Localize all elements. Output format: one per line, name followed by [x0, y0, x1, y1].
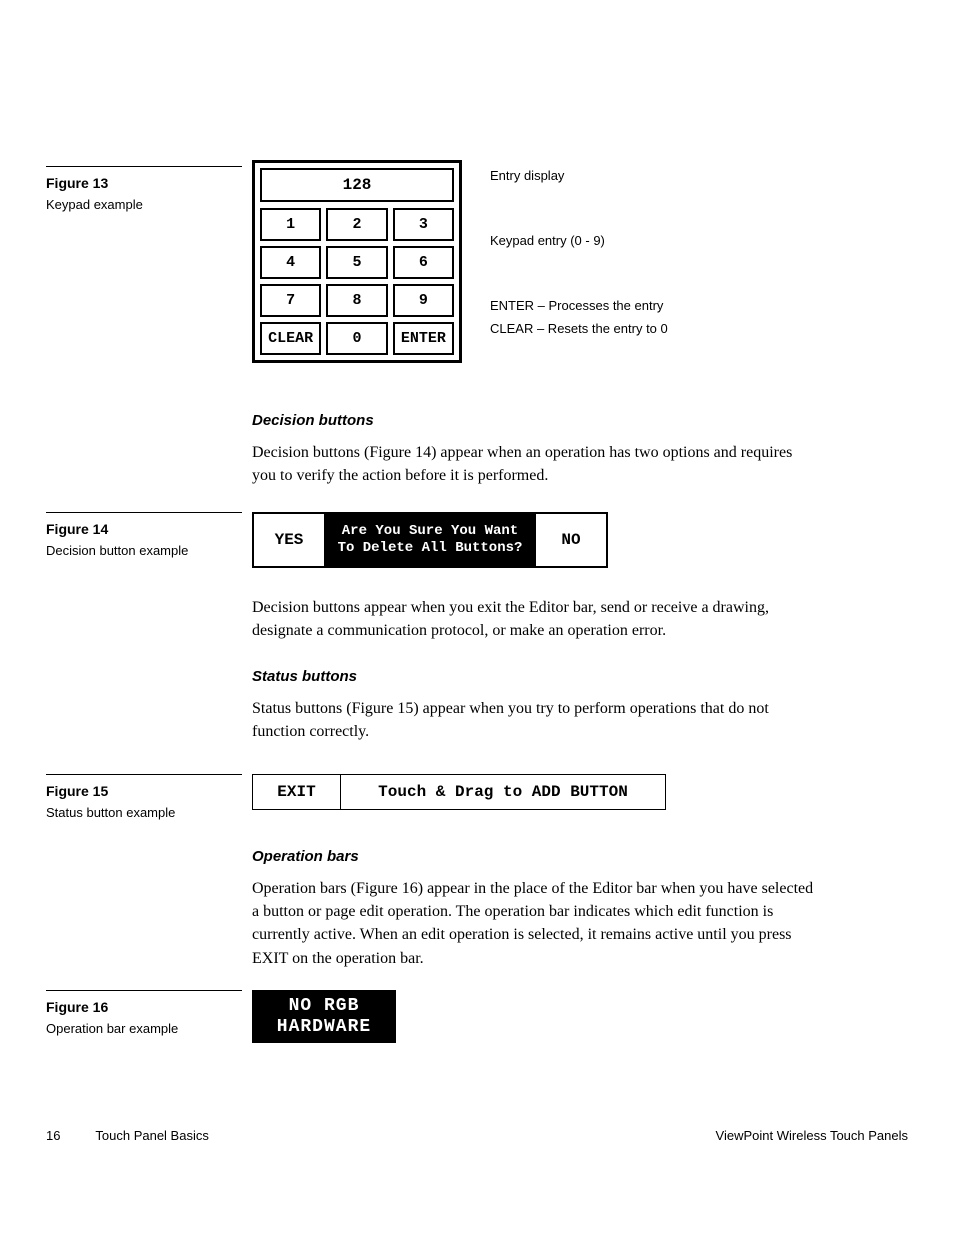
heading-status-buttons: Status buttons [252, 668, 818, 685]
page-number: 16 [46, 1128, 92, 1143]
figure-14-caption: Decision button example [46, 543, 242, 558]
heading-decision-buttons: Decision buttons [252, 412, 818, 429]
decision-dialog: YES Are You Sure You Want To Delete All … [252, 512, 608, 568]
paragraph-decision-2: Decision buttons appear when you exit th… [252, 596, 818, 642]
figure-15-number: Figure 15 [46, 783, 242, 799]
paragraph-decision-1: Decision buttons (Figure 14) appear when… [252, 441, 818, 487]
operation-bar: NO RGB HARDWARE [252, 990, 396, 1043]
figure-14-number: Figure 14 [46, 521, 242, 537]
decision-yes-button[interactable]: YES [254, 514, 324, 566]
keypad-button-clear[interactable]: CLEAR [260, 322, 321, 355]
keypad-button-1[interactable]: 1 [260, 208, 321, 241]
status-exit-button[interactable]: EXIT [253, 775, 341, 809]
paragraph-opbars-1: Operation bars (Figure 16) appear in the… [252, 877, 818, 970]
keypad-button-6[interactable]: 6 [393, 246, 454, 279]
footer-section-title: Touch Panel Basics [95, 1128, 208, 1143]
keypad: 128 1 2 3 4 5 6 7 8 9 CLEAR [252, 160, 462, 363]
figure-16-number: Figure 16 [46, 999, 242, 1015]
keypad-display: 128 [260, 168, 454, 202]
status-bar: EXIT Touch & Drag to ADD BUTTON [252, 774, 666, 810]
paragraph-status-1: Status buttons (Figure 15) appear when y… [252, 697, 818, 743]
keypad-button-9[interactable]: 9 [393, 284, 454, 317]
figure-13-number: Figure 13 [46, 175, 242, 191]
keypad-button-2[interactable]: 2 [326, 208, 387, 241]
keypad-button-7[interactable]: 7 [260, 284, 321, 317]
keypad-button-5[interactable]: 5 [326, 246, 387, 279]
keypad-button-enter[interactable]: ENTER [393, 322, 454, 355]
keypad-button-8[interactable]: 8 [326, 284, 387, 317]
keypad-button-0[interactable]: 0 [326, 322, 387, 355]
keypad-annot-entry: Entry display [490, 168, 668, 183]
status-message: Touch & Drag to ADD BUTTON [341, 775, 665, 809]
heading-operation-bars: Operation bars [252, 848, 818, 865]
keypad-button-3[interactable]: 3 [393, 208, 454, 241]
keypad-button-4[interactable]: 4 [260, 246, 321, 279]
page-footer: 16 Touch Panel Basics ViewPoint Wireless… [46, 1128, 908, 1143]
footer-product-title: ViewPoint Wireless Touch Panels [716, 1128, 908, 1143]
decision-message: Are You Sure You Want To Delete All Butt… [324, 514, 536, 566]
figure-15-caption: Status button example [46, 805, 242, 820]
figure-16-caption: Operation bar example [46, 1021, 242, 1036]
keypad-annot-pad: Keypad entry (0 - 9) [490, 233, 668, 248]
figure-13-caption: Keypad example [46, 197, 242, 212]
decision-no-button[interactable]: NO [536, 514, 606, 566]
keypad-annot-clear: CLEAR – Resets the entry to 0 [490, 321, 668, 336]
keypad-annot-enter: ENTER – Processes the entry [490, 298, 668, 313]
